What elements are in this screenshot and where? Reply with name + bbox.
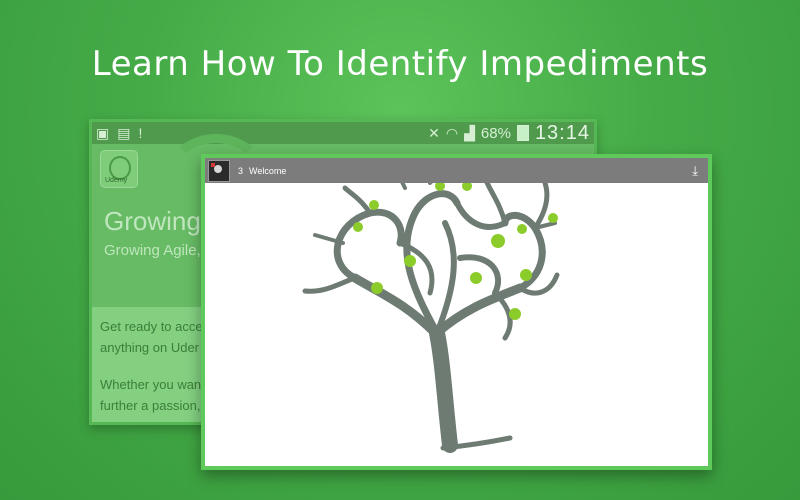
app-icon[interactable]: Udemy: [100, 150, 138, 188]
description-line: anything on Uder: [100, 340, 200, 355]
leaf: [509, 308, 521, 320]
leaf: [369, 200, 379, 210]
page-headline: Learn How To Identify Impediments: [91, 44, 709, 84]
lecture-thumbnail[interactable]: [208, 159, 230, 182]
leaf: [435, 183, 445, 191]
download-icon[interactable]: ⤓: [692, 163, 698, 179]
leaf: [404, 255, 416, 267]
alert-icon: !: [138, 125, 143, 141]
lecture-number: 3: [238, 165, 244, 176]
leaf: [462, 183, 472, 191]
lecture-player-screenshot: 3 Welcome ⤓: [201, 154, 712, 470]
description-line: Get ready to acce: [100, 319, 203, 334]
course-subtitle: Growing Agile,: [104, 242, 201, 259]
leaf: [470, 272, 482, 284]
tree-illustration: [302, 183, 560, 453]
image-icon: ▣: [96, 125, 110, 141]
course-title: Growing: [104, 206, 201, 236]
lecture-title: Welcome: [249, 165, 287, 176]
leaf: [517, 224, 527, 234]
description-line: Whether you wan: [100, 377, 202, 392]
leaf: [491, 234, 505, 248]
leaf: [520, 269, 532, 281]
leaf: [548, 213, 558, 223]
lecture-title-bar: 3 Welcome ⤓: [205, 158, 708, 183]
description-line: further a passion,: [100, 398, 201, 413]
sim-icon: ▤: [117, 125, 131, 141]
leaf: [371, 282, 383, 294]
leaf: [353, 222, 363, 232]
